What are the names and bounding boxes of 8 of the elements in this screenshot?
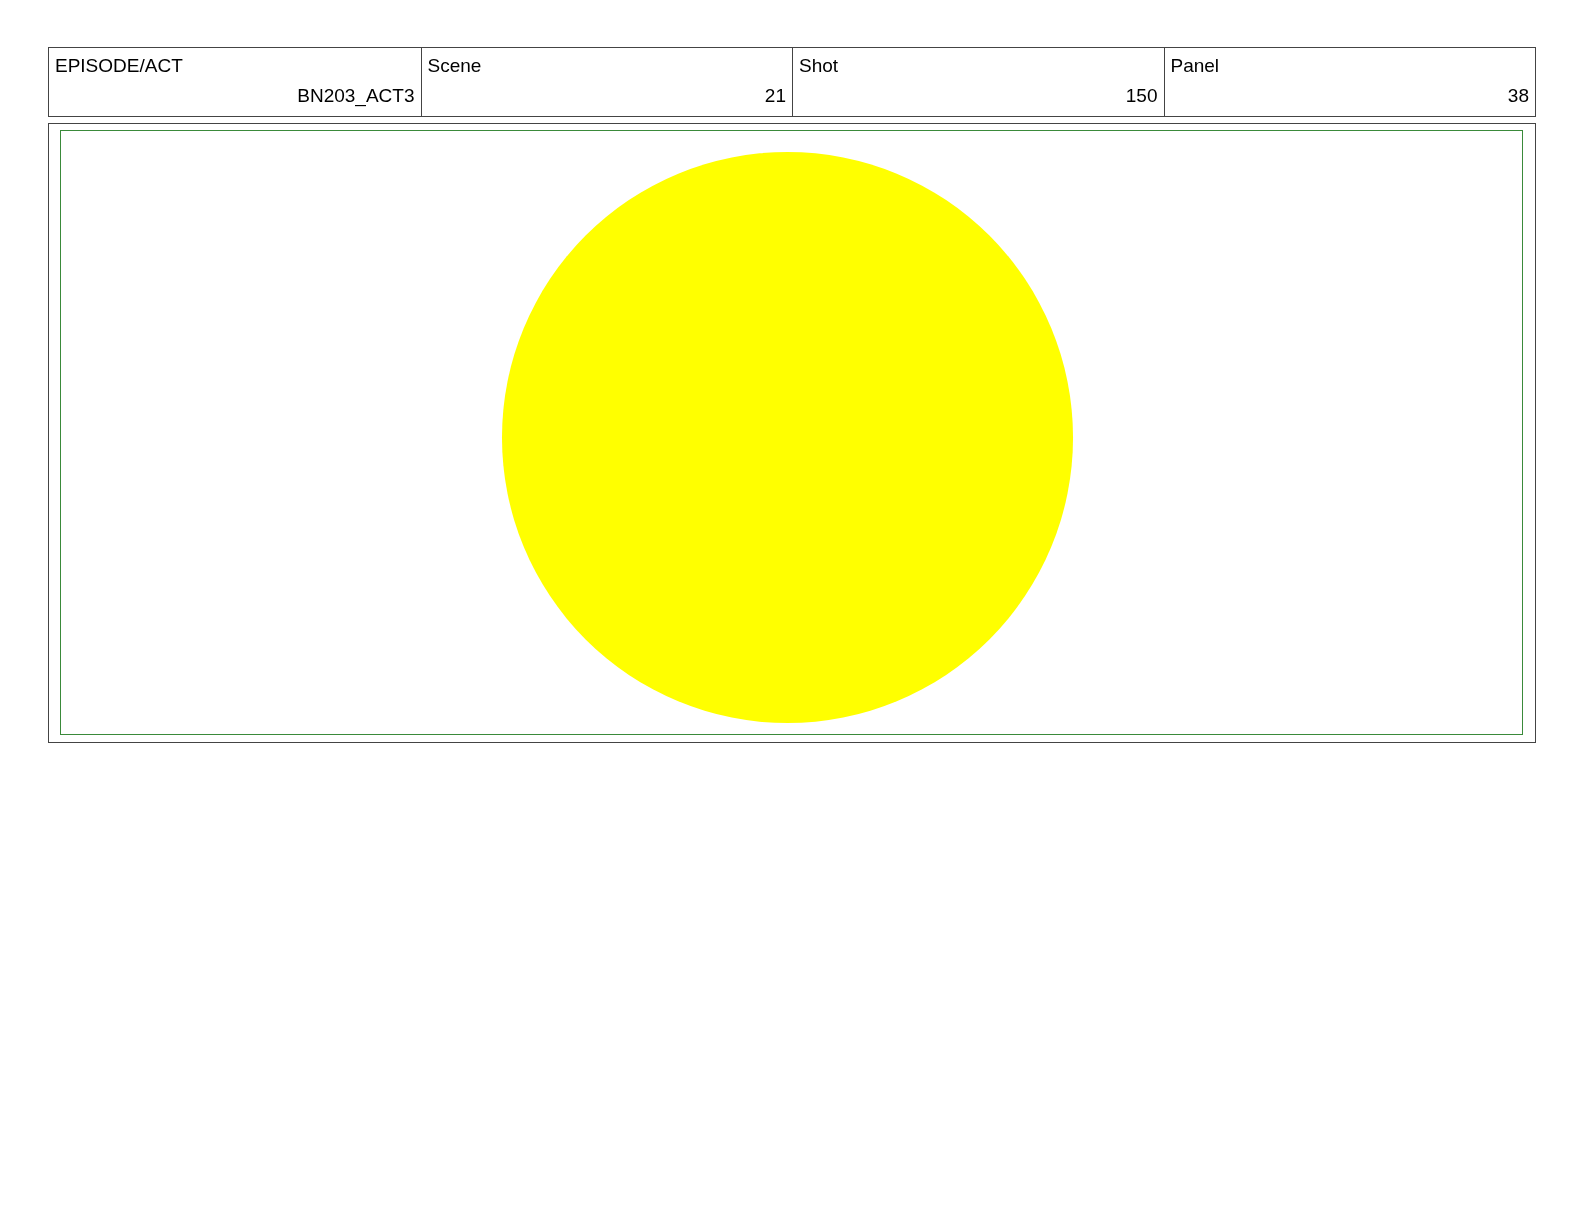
field-value: BN203_ACT3 <box>297 84 415 108</box>
field-value: 38 <box>1507 84 1529 108</box>
field-label: Scene <box>427 54 482 78</box>
field-label: EPISODE/ACT <box>55 54 183 78</box>
field-value: 21 <box>764 84 786 108</box>
field-label: Panel <box>1170 54 1220 78</box>
field-label: Shot <box>799 54 839 78</box>
field-value: 150 <box>1125 84 1158 108</box>
